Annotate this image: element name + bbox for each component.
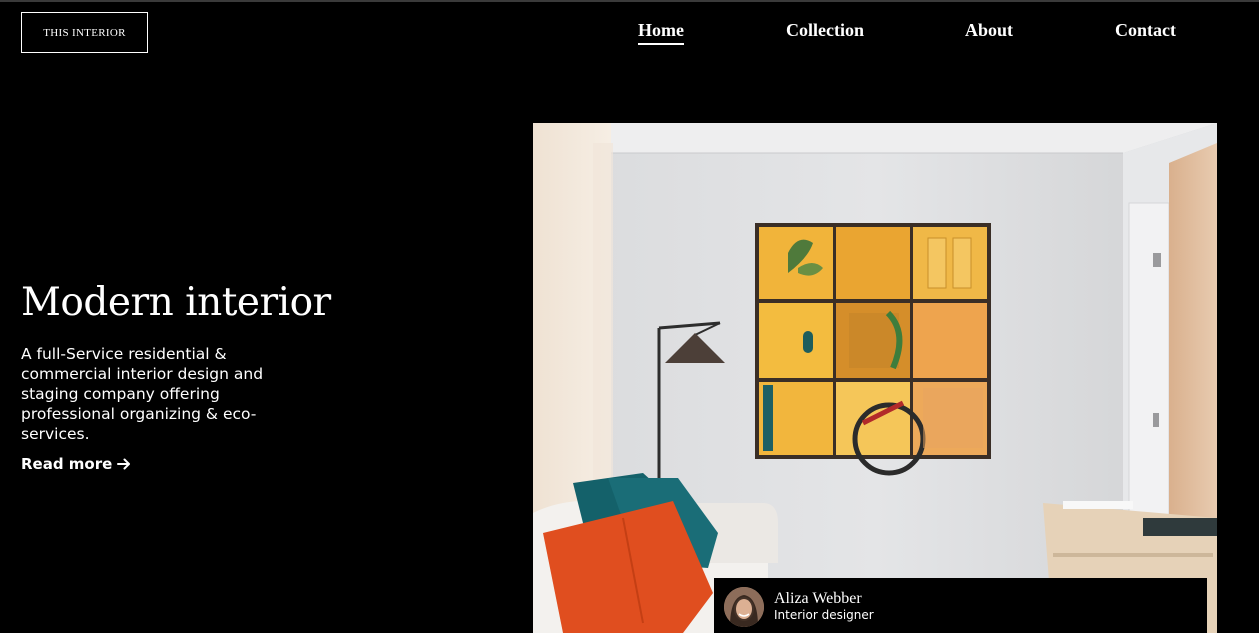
nav-home[interactable]: Home bbox=[638, 20, 684, 45]
nav-contact[interactable]: Contact bbox=[1115, 20, 1176, 43]
hero-image bbox=[533, 123, 1217, 633]
nav-collection[interactable]: Collection bbox=[786, 20, 864, 43]
hero-title: Modern interior bbox=[21, 280, 331, 325]
main-nav: Home Collection About Contact bbox=[0, 20, 1259, 50]
top-border bbox=[0, 0, 1259, 2]
read-more-link[interactable]: Read more bbox=[21, 455, 131, 473]
author-card: Aliza Webber Interior designer bbox=[714, 578, 1207, 633]
author-avatar bbox=[724, 587, 764, 627]
arrow-right-icon bbox=[117, 458, 131, 470]
author-role: Interior designer bbox=[774, 608, 874, 622]
author-name: Aliza Webber bbox=[774, 590, 862, 607]
read-more-label: Read more bbox=[21, 455, 113, 473]
hero-description: A full-Service residential & commercial … bbox=[21, 345, 264, 443]
nav-about[interactable]: About bbox=[965, 20, 1013, 43]
